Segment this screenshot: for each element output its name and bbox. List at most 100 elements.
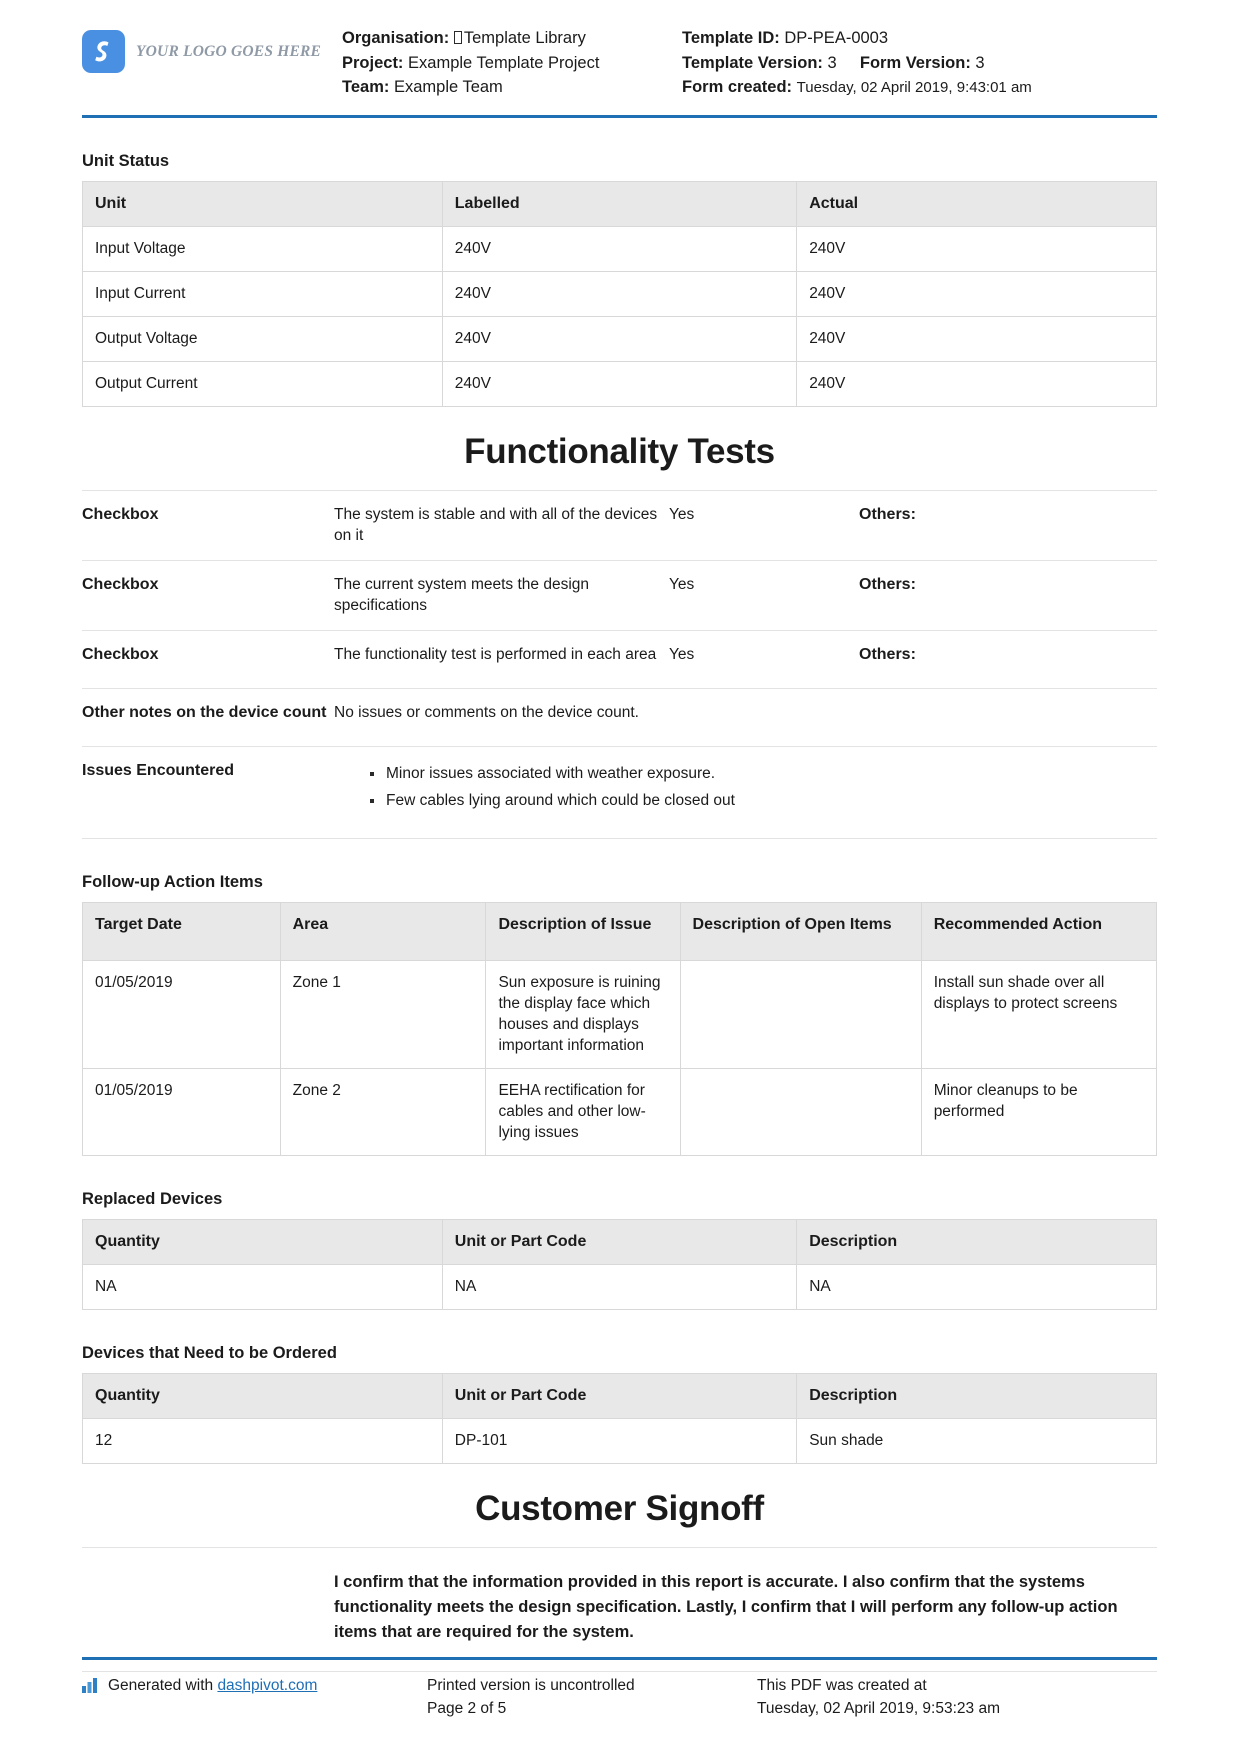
check-answer: Yes: [669, 645, 695, 663]
meta-organisation: Organisation: Template Library: [342, 26, 682, 51]
cell-actual: 240V: [796, 315, 1157, 362]
cell-unit: Output Voltage: [82, 315, 443, 362]
devices-ordered-section-label: Devices that Need to be Ordered: [82, 1343, 337, 1362]
footer-created-info: This PDF was created at Tuesday, 02 Apri…: [757, 1674, 1157, 1720]
check-label: Checkbox: [82, 645, 159, 663]
table-row: Output Voltage 240V 240V: [82, 315, 1157, 362]
document-page: YOUR LOGO GOES HERE Organisation: Templa…: [0, 0, 1239, 1754]
table-row: NA NA NA: [82, 1263, 1157, 1310]
col-quantity: Quantity: [82, 1372, 443, 1419]
meta-template-version-value: 3: [827, 53, 837, 72]
col-description-of-open-items: Description of Open Items: [679, 901, 922, 961]
functionality-tests-title: Functionality Tests: [464, 431, 775, 471]
check-answer: Yes: [669, 575, 695, 593]
check-others-label: Others:: [859, 575, 916, 593]
customer-signoff-block: I confirm that the information provided …: [82, 1546, 1157, 1672]
meta-team-label: Team:: [342, 78, 390, 96]
cell-description: NA: [796, 1263, 1157, 1310]
cell-target-date: 01/05/2019: [82, 1067, 281, 1156]
functionality-check-row: Checkbox The current system meets the de…: [82, 559, 1157, 630]
cell-unit-or-part-code: DP-101: [441, 1417, 798, 1464]
devices-to-be-ordered-table: Quantity Unit or Part Code Description 1…: [82, 1372, 1157, 1464]
footer-generated-prefix: Generated with: [108, 1677, 218, 1694]
page-number-label: Page 2 of 5: [427, 1700, 507, 1717]
table-header-row: Quantity Unit or Part Code Description: [82, 1218, 1157, 1265]
cell-description: Sun shade: [796, 1417, 1157, 1464]
document-header: YOUR LOGO GOES HERE Organisation: Templa…: [82, 0, 1157, 115]
cell-area: Zone 2: [279, 1067, 487, 1156]
table-row: 12 DP-101 Sun shade: [82, 1417, 1157, 1464]
signoff-spacer: [82, 1570, 334, 1645]
footer-generated-with: Generated with dashpivot.com: [82, 1674, 427, 1700]
customer-signoff-title: Customer Signoff: [475, 1488, 764, 1528]
signoff-statement: I confirm that the information provided …: [334, 1572, 1118, 1641]
print-uncontrolled-text: Printed version is uncontrolled: [427, 1677, 635, 1694]
footer-divider: [82, 1657, 1157, 1660]
meta-team: Team: Example Team: [342, 75, 682, 100]
check-answer: Yes: [669, 505, 695, 523]
table-row: Input Voltage 240V 240V: [82, 225, 1157, 272]
cell-unit: Output Current: [82, 360, 443, 407]
header-meta-right: Template ID: DP-PEA-0003 Template Versio…: [682, 18, 1157, 101]
table-header-row: Target Date Area Description of Issue De…: [82, 901, 1158, 961]
meta-organisation-value: Template Library: [463, 29, 586, 47]
check-others-label: Others:: [859, 645, 916, 663]
cell-description-of-open-items: [679, 959, 922, 1069]
issues-encountered-row: Issues Encountered Minor issues associat…: [82, 745, 1157, 838]
logo-block: YOUR LOGO GOES HERE: [82, 18, 342, 73]
col-target-date: Target Date: [82, 901, 281, 961]
cell-unit: Input Voltage: [82, 225, 443, 272]
cell-labelled: 240V: [441, 315, 798, 362]
list-item: Few cables lying around which could be c…: [370, 787, 1157, 814]
col-quantity: Quantity: [82, 1218, 443, 1265]
meta-template-id-label: Template ID:: [682, 29, 780, 47]
cell-quantity: 12: [82, 1417, 443, 1464]
table-header-row: Unit Labelled Actual: [82, 180, 1157, 227]
unit-status-table: Unit Labelled Actual Input Voltage 240V …: [82, 180, 1157, 407]
meta-form-created-value: Tuesday, 02 April 2019, 9:43:01 am: [796, 79, 1032, 96]
pdf-created-label: This PDF was created at: [757, 1677, 927, 1694]
col-unit-or-part-code: Unit or Part Code: [441, 1218, 798, 1265]
section-divider: [82, 837, 1157, 839]
bar-chart-icon: [82, 1677, 99, 1700]
cell-area: Zone 1: [279, 959, 487, 1069]
cell-quantity: NA: [82, 1263, 443, 1310]
header-meta-left: Organisation: Template Library Project: …: [342, 18, 682, 100]
cell-target-date: 01/05/2019: [82, 959, 281, 1069]
col-description: Description: [796, 1218, 1157, 1265]
functionality-check-row: Checkbox The system is stable and with a…: [82, 489, 1157, 560]
cell-unit: Input Current: [82, 270, 443, 317]
pdf-created-timestamp: Tuesday, 02 April 2019, 9:53:23 am: [757, 1700, 1000, 1717]
meta-form-created-label: Form created:: [682, 78, 793, 96]
col-recommended-action: Recommended Action: [920, 901, 1158, 961]
other-notes-row: Other notes on the device count No issue…: [82, 687, 1157, 746]
dashpivot-link[interactable]: dashpivot.com: [217, 1677, 317, 1694]
list-item: Minor issues associated with weather exp…: [370, 760, 1157, 787]
table-row: 01/05/2019 Zone 2 EEHA rectification for…: [82, 1067, 1158, 1156]
cell-description-of-issue: Sun exposure is ruining the display face…: [485, 959, 681, 1069]
follow-up-action-items-table: Target Date Area Description of Issue De…: [82, 901, 1158, 1156]
cell-unit-or-part-code: NA: [441, 1263, 798, 1310]
cell-labelled: 240V: [441, 270, 798, 317]
check-others-label: Others:: [859, 505, 916, 523]
check-description: The system is stable and with all of the…: [334, 505, 658, 544]
header-divider: [82, 114, 1157, 118]
cell-actual: 240V: [796, 360, 1157, 407]
cell-recommended-action: Install sun shade over all displays to p…: [920, 959, 1158, 1069]
check-label: Checkbox: [82, 505, 159, 523]
col-area: Area: [279, 901, 487, 961]
table-row: Output Current 240V 240V: [82, 360, 1157, 407]
follow-up-section-label: Follow-up Action Items: [82, 872, 263, 891]
issues-list: Minor issues associated with weather exp…: [334, 760, 1157, 814]
check-description: The current system meets the design spec…: [334, 575, 590, 614]
unit-status-section-label: Unit Status: [82, 151, 170, 170]
replaced-devices-table: Quantity Unit or Part Code Description N…: [82, 1218, 1157, 1310]
cell-description-of-open-items: [679, 1067, 922, 1156]
footer-print-notice: Printed version is uncontrolled Page 2 o…: [427, 1674, 757, 1720]
meta-form-created: Form created: Tuesday, 02 April 2019, 9:…: [682, 75, 1157, 101]
col-description-of-issue: Description of Issue: [485, 901, 681, 961]
col-actual: Actual: [796, 180, 1157, 227]
meta-project-value: Example Template Project: [408, 53, 600, 72]
col-description: Description: [796, 1372, 1157, 1419]
table-row: 01/05/2019 Zone 1 Sun exposure is ruinin…: [82, 959, 1158, 1069]
